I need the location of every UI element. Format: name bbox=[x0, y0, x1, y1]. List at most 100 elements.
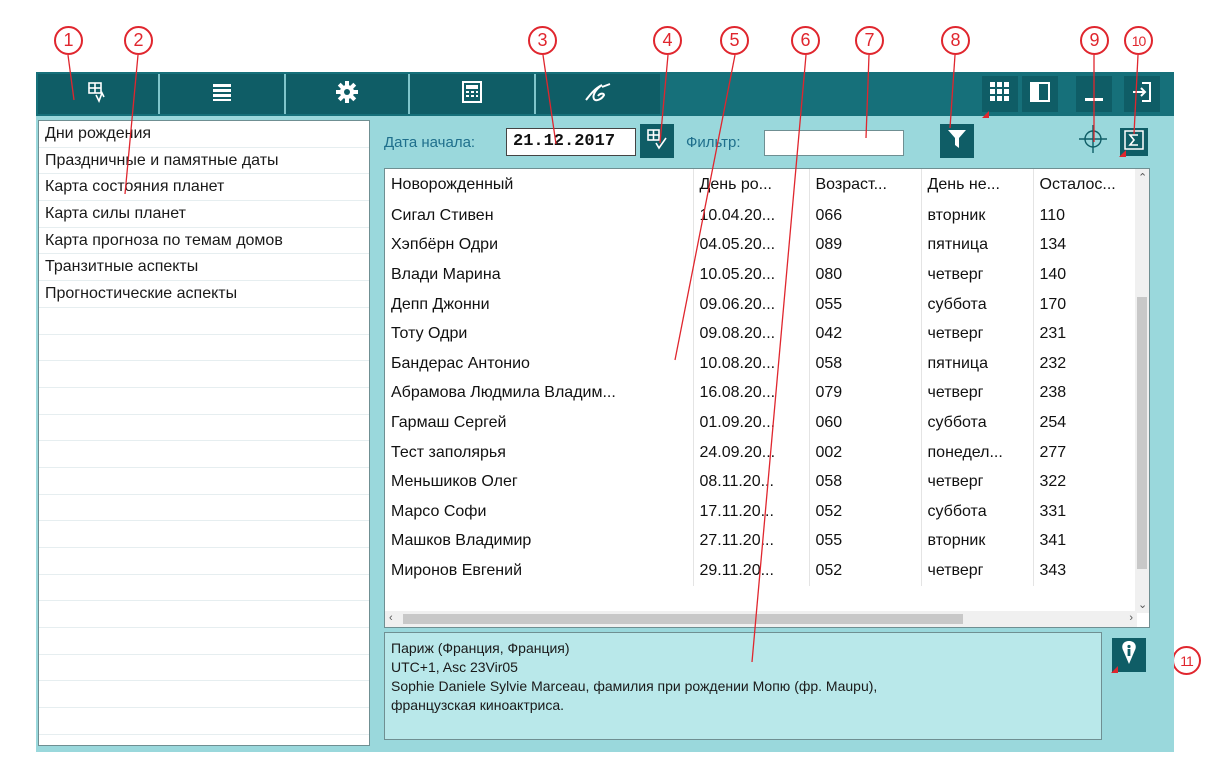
list-item[interactable]: Карта состояния планет bbox=[39, 174, 369, 202]
app-window: Дни рождения Праздничные и памятные даты… bbox=[36, 72, 1174, 752]
list-item[interactable]: Дни рождения bbox=[39, 121, 369, 148]
callout-7: 7 bbox=[855, 26, 884, 55]
info-button[interactable] bbox=[1111, 638, 1146, 673]
cell: 17.11.20... bbox=[693, 496, 810, 527]
cell: 10.04.20... bbox=[693, 201, 810, 231]
column-header-name[interactable]: Новорожденный bbox=[385, 169, 694, 201]
cell: Тест заполярья bbox=[385, 437, 694, 468]
column-header-days-left[interactable]: Осталос... bbox=[1033, 169, 1138, 201]
scroll-up-arrow-icon[interactable]: ⌃ bbox=[1138, 171, 1147, 184]
sigma-icon bbox=[1124, 129, 1144, 155]
cell: 052 bbox=[809, 556, 922, 586]
cell: 322 bbox=[1033, 467, 1138, 497]
tab-list[interactable] bbox=[160, 74, 284, 114]
cell: 238 bbox=[1033, 378, 1138, 409]
callout-6: 6 bbox=[791, 26, 820, 55]
cell: вторник bbox=[921, 526, 1034, 557]
scroll-right-arrow-icon[interactable]: › bbox=[1129, 612, 1133, 624]
cell: суббота bbox=[921, 496, 1034, 527]
grid-view-button[interactable] bbox=[982, 76, 1018, 118]
info-description-cont: французская киноактриса. bbox=[391, 697, 565, 713]
callout-5: 5 bbox=[720, 26, 749, 55]
column-header-birthday[interactable]: День ро... bbox=[693, 169, 810, 201]
crosshair-icon bbox=[1078, 124, 1108, 159]
table-row[interactable]: Марсо Софи 17.11.20... 052 суббота 331 bbox=[385, 496, 1138, 527]
table-row[interactable]: Хэпбёрн Одри 04.05.20... 089 пятница 134 bbox=[385, 230, 1138, 261]
cell: Тоту Одри bbox=[385, 319, 694, 349]
list-item[interactable]: Карта прогноза по темам домов bbox=[39, 228, 369, 255]
scroll-left-arrow-icon[interactable]: ‹ bbox=[389, 612, 393, 624]
cell: 331 bbox=[1033, 496, 1138, 527]
horizontal-scroll-thumb[interactable] bbox=[403, 614, 963, 624]
cell: Абрамова Людмила Владим... bbox=[385, 378, 694, 409]
cell: 10.08.20... bbox=[693, 348, 810, 379]
column-header-age[interactable]: Возраст... bbox=[809, 169, 922, 201]
scroll-down-arrow-icon[interactable]: ⌄ bbox=[1138, 598, 1147, 611]
list-item[interactable]: Карта силы планет bbox=[39, 201, 369, 228]
table-row[interactable]: Гармаш Сергей 01.09.20... 060 суббота 254 bbox=[385, 408, 1138, 438]
cell: четверг bbox=[921, 467, 1034, 497]
filter-label: Фильтр: bbox=[686, 134, 741, 151]
table-row[interactable]: Миронов Евгений 29.11.20... 052 четверг 343 bbox=[385, 556, 1138, 586]
exit-button[interactable] bbox=[1124, 76, 1160, 112]
table-row[interactable]: Меньшиков Олег 08.11.20... 058 четверг 322 bbox=[385, 467, 1138, 497]
list-item-empty bbox=[39, 388, 369, 415]
cell: 232 bbox=[1033, 348, 1138, 379]
list-item-empty bbox=[39, 441, 369, 468]
filter-button[interactable] bbox=[940, 124, 974, 158]
cell: 09.08.20... bbox=[693, 319, 810, 349]
table-row[interactable]: Влади Марина 10.05.20... 080 четверг 140 bbox=[385, 260, 1138, 290]
cell: Меньшиков Олег bbox=[385, 467, 694, 497]
table-row[interactable]: Сигал Стивен 10.04.20... 066 вторник 110 bbox=[385, 201, 1138, 231]
cell: 08.11.20... bbox=[693, 467, 810, 497]
table-row[interactable]: Тоту Одри 09.08.20... 042 четверг 231 bbox=[385, 319, 1138, 349]
tab-signature[interactable] bbox=[536, 74, 660, 114]
cell: Марсо Софи bbox=[385, 496, 694, 527]
filter-input[interactable] bbox=[764, 130, 904, 156]
column-header-weekday[interactable]: День не... bbox=[921, 169, 1034, 201]
vertical-scroll-thumb[interactable] bbox=[1137, 297, 1147, 569]
cell: суббота bbox=[921, 289, 1034, 320]
list-item-empty bbox=[39, 521, 369, 548]
cell: четверг bbox=[921, 319, 1034, 349]
list-item[interactable]: Транзитные аспекты bbox=[39, 254, 369, 282]
cell: 16.08.20... bbox=[693, 378, 810, 409]
table-row[interactable]: Абрамова Людмила Владим... 16.08.20... 079… bbox=[385, 378, 1138, 409]
table-header-row: Новорожденный День ро... Возраст... День… bbox=[385, 169, 1138, 201]
cell: пятница bbox=[921, 230, 1034, 261]
callout-1: 1 bbox=[54, 26, 83, 55]
cell: 058 bbox=[809, 348, 922, 379]
toolbar bbox=[36, 72, 1174, 118]
list-item[interactable]: Прогностические аспекты bbox=[39, 281, 369, 308]
cell: четверг bbox=[921, 260, 1034, 290]
cell: Гармаш Сергей bbox=[385, 408, 694, 438]
cell: 134 bbox=[1033, 230, 1138, 261]
apply-date-button[interactable] bbox=[640, 124, 674, 158]
cell: 055 bbox=[809, 526, 922, 557]
target-button[interactable] bbox=[1076, 124, 1110, 158]
tab-calculator[interactable] bbox=[410, 74, 534, 114]
table-row[interactable]: Машков Владимир 27.11.20... 055 вторник 341 bbox=[385, 526, 1138, 557]
panel-toggle-button[interactable] bbox=[1022, 76, 1058, 112]
table-row[interactable]: Бандерас Антонио 10.08.20... 058 пятница 232 bbox=[385, 348, 1138, 379]
minimize-button[interactable] bbox=[1076, 76, 1112, 112]
horizontal-scrollbar[interactable]: ‹ › bbox=[385, 611, 1137, 627]
tab-table-list[interactable] bbox=[38, 74, 158, 114]
grid-view-icon bbox=[989, 81, 1011, 108]
table-row[interactable]: Депп Джонни 09.06.20... 055 суббота 170 bbox=[385, 289, 1138, 320]
cell: Депп Джонни bbox=[385, 289, 694, 320]
sum-button[interactable] bbox=[1119, 128, 1148, 157]
signature-icon bbox=[582, 81, 614, 108]
cell: Миронов Евгений bbox=[385, 556, 694, 586]
vertical-scrollbar[interactable]: ⌃ ⌄ bbox=[1135, 169, 1149, 613]
tab-settings[interactable] bbox=[286, 74, 408, 114]
cell: 04.05.20... bbox=[693, 230, 810, 261]
cell: 29.11.20... bbox=[693, 556, 810, 586]
cell: 052 bbox=[809, 496, 922, 527]
list-item[interactable]: Праздничные и памятные даты bbox=[39, 148, 369, 175]
table-row[interactable]: Тест заполярья 24.09.20... 002 понедел... 27… bbox=[385, 437, 1138, 468]
cell: 343 bbox=[1033, 556, 1138, 586]
cell: 277 bbox=[1033, 437, 1138, 468]
start-date-input[interactable]: 21.12.2017 bbox=[506, 128, 636, 156]
info-place: Париж (Франция, Франция) bbox=[391, 640, 570, 656]
